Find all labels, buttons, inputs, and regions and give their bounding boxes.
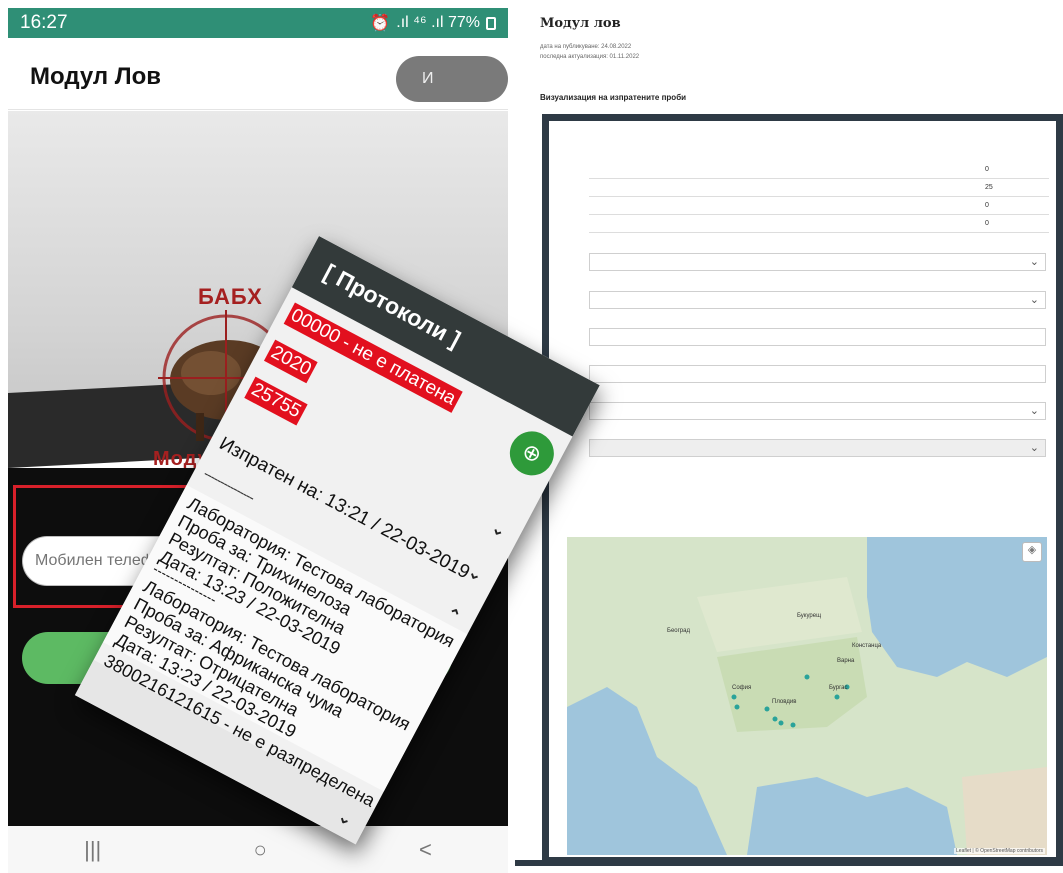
app-title: Модул Лов [30, 63, 162, 90]
stat-value: 0 [985, 202, 989, 209]
screenshot-collage: 16:27 ⏰ .ıl ⁴⁶ .ıl 77% Модул Лов И БАБХ … [0, 0, 1063, 873]
filter-select[interactable]: ⌄ [589, 402, 1046, 420]
section-heading: Визуализация на изпратените проби [540, 93, 687, 102]
publish-date: дата на публикуване: 24.08.2022 [540, 44, 632, 50]
layers-icon[interactable]: ◈ [1022, 542, 1042, 562]
update-date: последна актуализация: 01.11.2022 [540, 54, 640, 60]
status-indicators: ⏰ .ıl ⁴⁶ .ıl 77% [370, 13, 496, 33]
map-label: Београд [667, 628, 690, 634]
stats-row: 0 [589, 161, 1049, 179]
protocol-item[interactable]: 2020 [263, 339, 318, 384]
map-tiles: София Пловдив Бургас Варна Београд Букур… [567, 537, 1047, 855]
filter-input[interactable] [589, 328, 1046, 346]
stat-value: 25 [985, 184, 993, 191]
header-action-button[interactable]: И [396, 56, 508, 102]
chevron-down-icon: ⌄ [1029, 256, 1039, 268]
filter-select[interactable]: ⌄ [589, 291, 1046, 309]
status-bar: 16:27 ⏰ .ıl ⁴⁶ .ıl 77% [8, 8, 508, 38]
chevron-down-icon[interactable]: ⌄ [488, 518, 509, 542]
filter-select[interactable]: ⌄ [589, 439, 1046, 457]
visualization-frame: 0 25 0 0 ⌄ ⌄ ⌄ ⌄ София Пловдив Бургас Ва… [542, 114, 1063, 864]
back-icon[interactable]: < [419, 837, 432, 863]
filter-select[interactable]: ⌄ [589, 253, 1046, 271]
recents-icon[interactable]: ||| [84, 837, 101, 863]
chevron-down-icon: ⌄ [1029, 294, 1039, 306]
stats-row: 25 [589, 179, 1049, 197]
protocol-item[interactable]: 25755 [244, 376, 308, 426]
frame-bottom-border [515, 860, 1063, 866]
status-time: 16:27 [20, 12, 68, 33]
stats-row: 0 [589, 197, 1049, 215]
logo-title: БАБХ [198, 284, 263, 309]
stats-row: 0 [589, 215, 1049, 233]
filter-input[interactable] [589, 365, 1046, 383]
stat-value: 0 [985, 220, 989, 227]
status-signal-text: .ıl ⁴⁶ .ıl 77% [396, 14, 480, 31]
android-nav-bar: ||| ○ < [8, 826, 508, 873]
map-label: София [732, 685, 751, 691]
home-icon[interactable]: ○ [253, 837, 266, 863]
app-header: Модул Лов И [8, 38, 508, 110]
chevron-down-icon: ⌄ [1029, 442, 1039, 454]
web-page: Модул лов дата на публикуване: 24.08.202… [515, 0, 1063, 873]
alarm-icon: ⏰ [370, 15, 391, 32]
map-label: Бургас [829, 685, 847, 691]
map-label: Букурещ [797, 613, 821, 619]
map-label: Констанца [852, 643, 882, 649]
map-attribution[interactable]: Leaflet | © OpenStreetMap contributors [954, 848, 1045, 854]
stat-value: 0 [985, 166, 989, 173]
map-view[interactable]: София Пловдив Бургас Варна Београд Букур… [567, 537, 1047, 855]
map-label: Пловдив [772, 699, 796, 705]
web-page-title: Модул лов [540, 16, 621, 31]
chevron-down-icon: ⌄ [1029, 405, 1039, 417]
battery-icon [486, 16, 496, 30]
map-label: Варна [837, 658, 855, 664]
